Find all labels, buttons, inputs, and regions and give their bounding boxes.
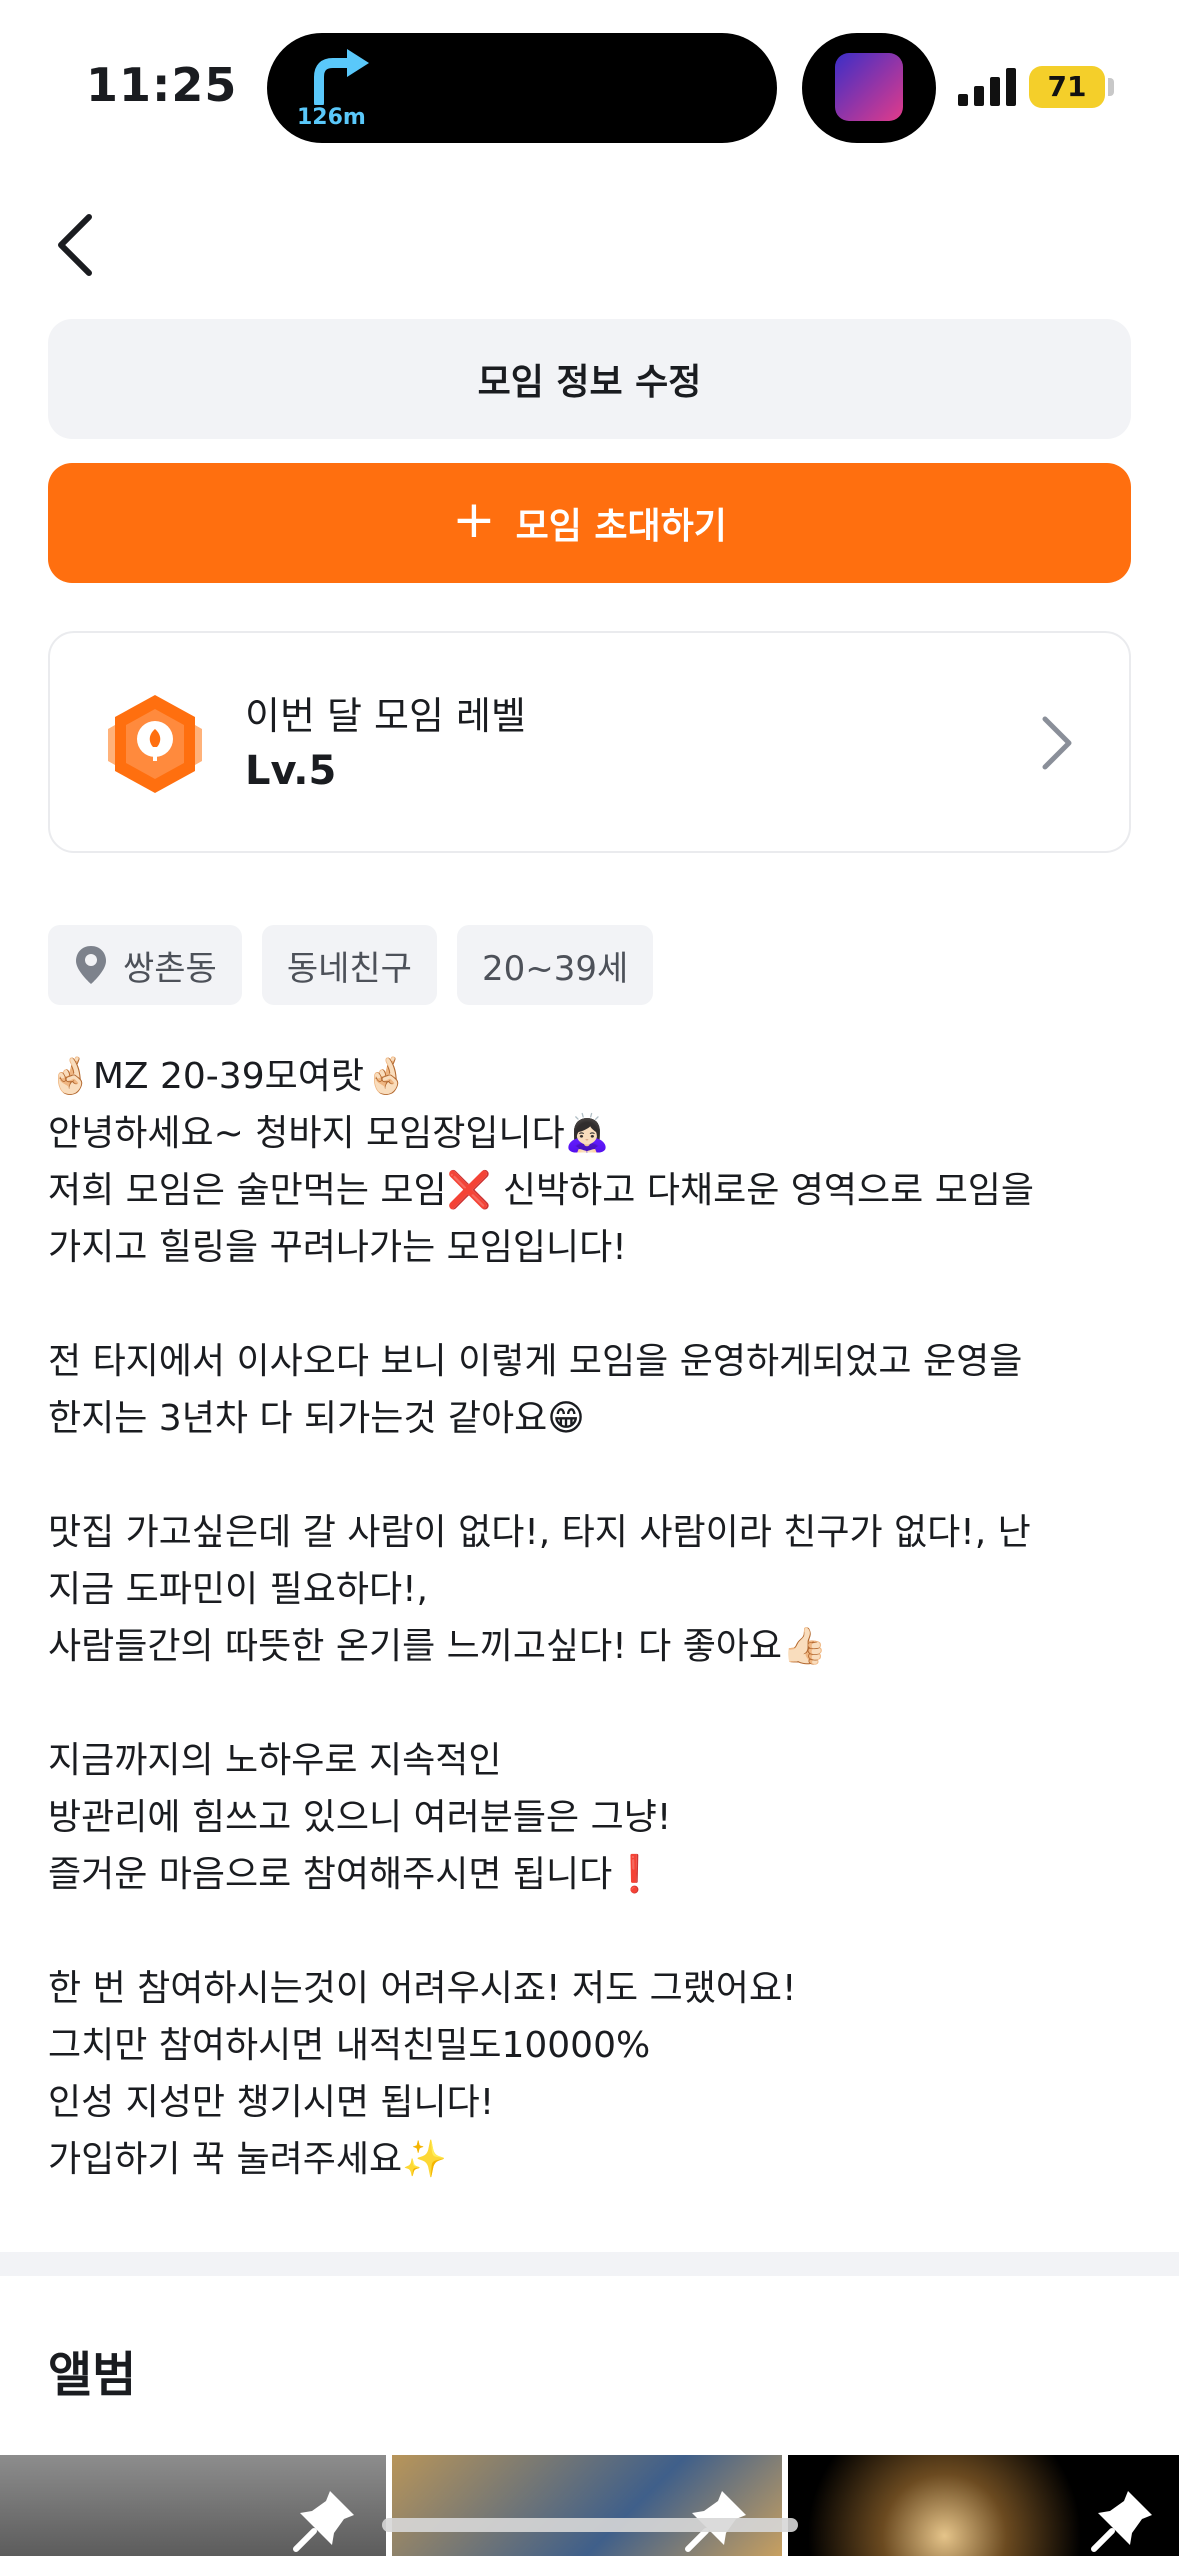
plus-icon: +: [452, 490, 496, 550]
album-photo[interactable]: [392, 2455, 782, 2556]
chevron-right-icon: [1042, 716, 1072, 770]
description-line: 🤞🏻MZ 20-39모여랏🤞🏻: [48, 1056, 409, 1097]
turn-right-arrow-icon: [314, 49, 369, 105]
dynamic-island-app[interactable]: [802, 33, 936, 143]
location-tag[interactable]: 쌍촌동: [48, 925, 242, 1005]
description-line: [48, 1675, 1138, 1732]
battery-indicator: 71: [1029, 66, 1105, 108]
level-card-title: 이번 달 모임 레벨: [245, 694, 526, 738]
section-divider: [0, 2252, 1179, 2276]
group-description: 🤞🏻MZ 20-39모여랏🤞🏻 안녕하세요~ 청바지 모임장입니다🙇🏻‍♀️ 저…: [48, 1048, 1138, 2188]
album-photo[interactable]: [788, 2455, 1179, 2556]
location-pin-icon: [76, 946, 106, 984]
description-line: 한지는 3년차 다 되가는것 같아요😁: [48, 1398, 585, 1439]
description-line: 그치만 참여하시면 내적친밀도10000%: [48, 2025, 651, 2066]
description-line: 방관리에 힘쓰고 있으니 여러분들은 그냥!: [48, 1797, 672, 1838]
category-tag-label: 동네친구: [286, 948, 412, 989]
home-indicator[interactable]: [382, 2518, 798, 2532]
level-badge-icon: [108, 695, 202, 793]
dynamic-island-navigation[interactable]: 126m: [267, 33, 777, 143]
description-line: 가입하기 꾹 눌려주세요✨: [48, 2139, 447, 2180]
age-tag[interactable]: 20~39세: [456, 925, 654, 1005]
app-thumbnail-icon: [835, 53, 903, 121]
description-line: 저희 모임은 술만먹는 모임❌ 신박하고 다채로운 영역으로 모임을: [48, 1170, 1035, 1211]
description-line: [48, 1447, 1138, 1504]
navigation-distance: 126m: [297, 105, 366, 130]
description-line: 즐거운 마음으로 참여해주시면 됩니다❗️: [48, 1854, 658, 1895]
description-line: 지금까지의 노하우로 지속적인: [48, 1740, 502, 1781]
description-line: 인성 지성만 챙기시면 됩니다!: [48, 2082, 495, 2123]
status-time: 11:25: [86, 58, 238, 112]
location-tag-label: 쌍촌동: [123, 948, 217, 989]
back-chevron-icon: [58, 214, 92, 276]
status-bar: 11:25 126m 71: [0, 0, 1179, 150]
album-row: [0, 2455, 1179, 2556]
album-section-title: 앨범: [48, 2347, 137, 2403]
battery-cap: [1108, 78, 1114, 96]
description-line: 맛집 가고싶은데 갈 사람이 없다!, 타지 사람이라 친구가 없다!, 난: [48, 1512, 1031, 1553]
signal-icon: [958, 68, 1016, 106]
category-tag[interactable]: 동네친구: [261, 925, 437, 1005]
description-line: 한 번 참여하시는것이 어려우시죠! 저도 그랬어요!: [48, 1968, 797, 2009]
back-button[interactable]: [45, 205, 105, 285]
album-photo[interactable]: [0, 2455, 386, 2556]
pin-icon: [1091, 2491, 1152, 2552]
level-card-value: Lv.5: [245, 748, 337, 794]
group-level-card[interactable]: 이번 달 모임 레벨 Lv.5: [48, 631, 1131, 853]
age-tag-label: 20~39세: [481, 948, 629, 989]
description-line: 전 타지에서 이사오다 보니 이렇게 모임을 운영하게되었고 운영을: [48, 1341, 1023, 1382]
invite-group-button[interactable]: + 모임 초대하기: [48, 463, 1131, 583]
pin-icon: [293, 2491, 354, 2552]
description-line: 사람들간의 따뜻한 온기를 느끼고싶다! 다 좋아요👍🏻: [48, 1626, 827, 1667]
invite-group-label: 모임 초대하기: [515, 506, 727, 547]
edit-group-info-label: 모임 정보 수정: [477, 362, 702, 403]
description-line: 지금 도파민이 필요하다!,: [48, 1569, 428, 1610]
description-line: [48, 1276, 1138, 1333]
description-line: [48, 1903, 1138, 1960]
description-line: 가지고 힐링을 꾸려나가는 모임입니다!: [48, 1227, 627, 1268]
description-line: 안녕하세요~ 청바지 모임장입니다🙇🏻‍♀️: [48, 1113, 610, 1154]
edit-group-info-button[interactable]: 모임 정보 수정: [48, 319, 1131, 439]
group-tags: 쌍촌동 동네친구 20~39세: [48, 925, 654, 1005]
